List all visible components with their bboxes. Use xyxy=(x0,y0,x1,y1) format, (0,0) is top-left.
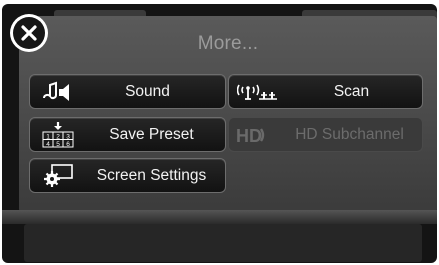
preset-number: 3 xyxy=(66,134,70,141)
preset-number: 6 xyxy=(66,141,70,148)
scan-icon xyxy=(237,84,277,100)
save-preset-button[interactable]: 1 2 3 4 5 6 Save Preset xyxy=(29,117,226,152)
panel-title: More... xyxy=(197,33,259,54)
scan-button[interactable]: Scan xyxy=(228,74,423,109)
save-preset-icon: 1 2 3 4 5 6 xyxy=(42,122,74,148)
preset-number: 5 xyxy=(56,141,60,148)
preset-number: 2 xyxy=(56,134,60,141)
sound-button[interactable]: Sound xyxy=(29,74,226,109)
hd-subchannel-button[interactable]: HD HD Subchannel xyxy=(228,117,423,152)
sound-label: Sound xyxy=(125,82,170,100)
save-preset-label: Save Preset xyxy=(109,125,194,143)
preset-number: 4 xyxy=(46,141,50,148)
close-icon xyxy=(13,17,45,49)
hd-subchannel-label: HD Subchannel xyxy=(295,125,404,143)
scan-label: Scan xyxy=(333,82,370,100)
bottom-status-bar xyxy=(24,224,422,262)
screen-settings-button[interactable]: Screen Settings xyxy=(29,158,226,193)
screen-settings-label: Screen Settings xyxy=(96,166,207,184)
sound-icon xyxy=(43,81,69,101)
screen-settings-icon xyxy=(44,164,73,187)
hd-radio-icon: HD xyxy=(236,126,265,146)
audio-screen: More... Sound Scan 1 2 3 4 5 6 Save Pres… xyxy=(2,4,437,263)
preset-number: 1 xyxy=(46,134,50,141)
hd-badge-text: HD xyxy=(236,126,262,146)
bottom-divider xyxy=(2,210,437,224)
close-button[interactable] xyxy=(10,14,48,52)
